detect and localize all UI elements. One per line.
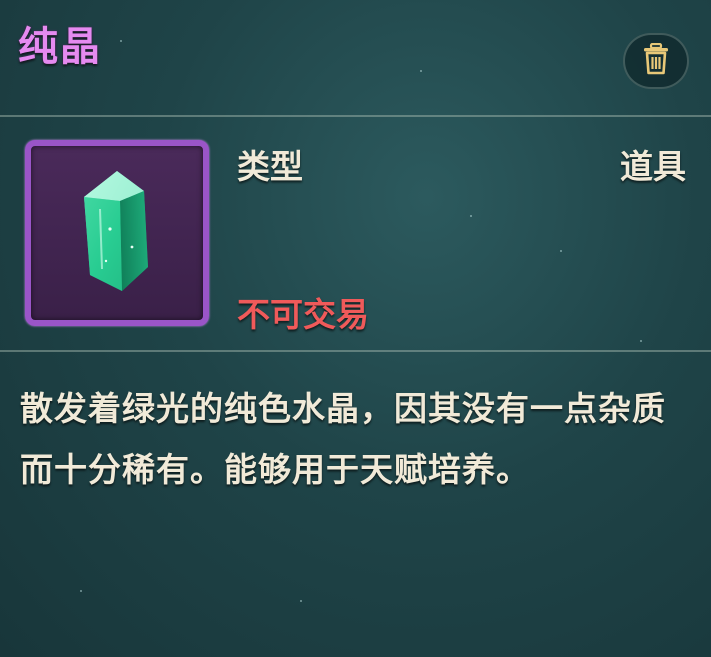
header-divider [0,115,711,117]
type-label: 类型 [237,147,303,186]
background-star [80,590,82,592]
green-crystal-icon [72,169,162,297]
delete-button[interactable] [623,33,689,89]
background-star [470,215,472,217]
background-star [300,600,302,602]
item-name: 纯晶 [18,24,102,70]
trade-status: 不可交易 [237,295,369,334]
background-star [640,340,642,342]
trash-icon [641,42,671,79]
background-star [560,250,562,252]
type-value: 道具 [620,147,686,186]
background-star [420,70,422,72]
item-icon-frame [25,140,209,326]
background-star [120,40,122,42]
item-description: 散发着绿光的纯色水晶，因其没有一点杂质而十分稀有。能够用于天赋培养。 [20,389,666,489]
item-detail-panel: 纯晶 类型 道具 不可交易 散发着绿光的纯色水晶，因其没有一点杂质而十分稀有。能… [0,0,711,657]
info-divider [0,350,711,352]
